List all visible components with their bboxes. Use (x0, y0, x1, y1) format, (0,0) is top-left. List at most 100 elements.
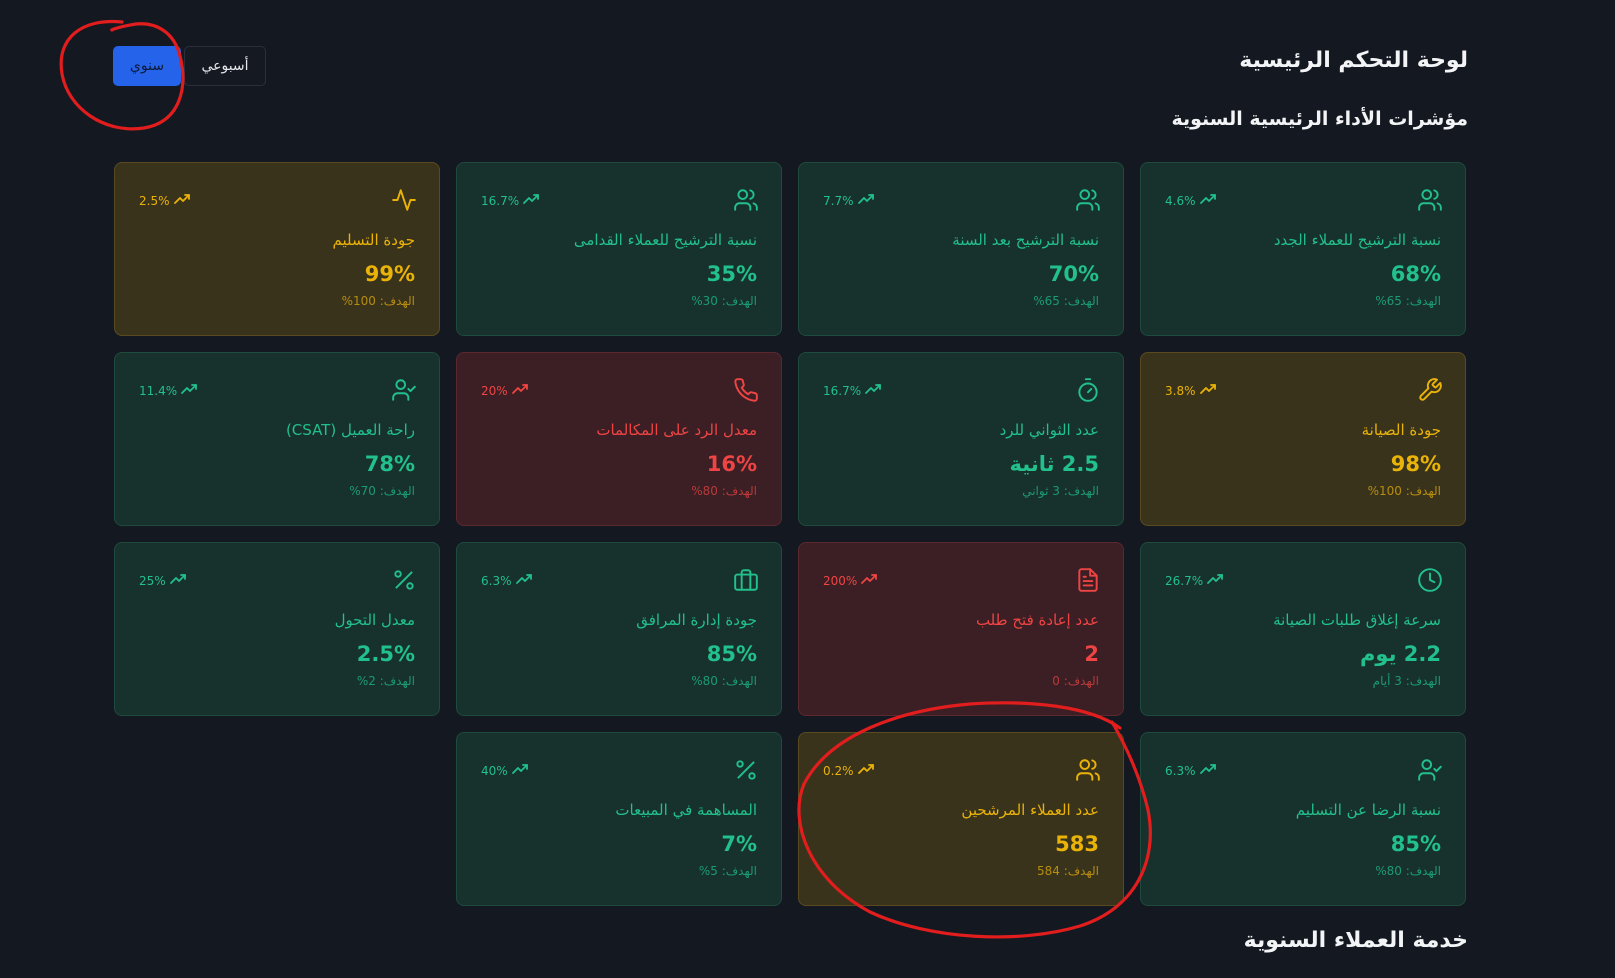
kpi-trend: 200% (823, 573, 878, 588)
users-icon (733, 187, 759, 213)
kpi-value: 583 (1055, 832, 1099, 856)
kpi-target: الهدف: 80% (691, 484, 757, 498)
kpi-target: الهدف: 70% (349, 484, 415, 498)
page-title: لوحة التحكم الرئيسية (1239, 48, 1468, 73)
kpi-card[interactable]: 3.8% جودة الصيانة 98% الهدف: 100% (1140, 352, 1466, 526)
section-title-annual-kpis: مؤشرات الأداء الرئيسية السنوية (1171, 108, 1468, 130)
trending-up-icon (857, 763, 874, 778)
trending-up-icon (1199, 763, 1216, 778)
trending-up-icon (1207, 573, 1224, 588)
wrench-icon (1417, 377, 1443, 403)
kpi-card[interactable]: 40% المساهمة في المبيعات 7% الهدف: 5% (456, 732, 782, 906)
kpi-trend-value: 20% (481, 383, 508, 398)
percent-icon (391, 567, 417, 593)
kpi-label: نسبة الترشيح للعملاء الجدد (1273, 231, 1441, 249)
clock-icon (1417, 567, 1443, 593)
timer-icon (1075, 377, 1101, 403)
kpi-target: الهدف: 3 أيام (1372, 674, 1441, 688)
kpi-value: 16% (706, 452, 757, 476)
kpi-card[interactable]: 6.3% جودة إدارة المرافق 85% الهدف: 80% (456, 542, 782, 716)
trending-up-icon (515, 573, 532, 588)
users-icon (1075, 757, 1101, 783)
users-icon (1417, 187, 1443, 213)
kpi-target: الهدف: 2% (356, 674, 415, 688)
kpi-label: عدد إعادة فتح طلب (975, 611, 1099, 629)
kpi-value: 98% (1390, 452, 1441, 476)
trending-up-icon (857, 193, 874, 208)
kpi-card[interactable]: 16.7% نسبة الترشيح للعملاء القدامى 35% الهد… (456, 162, 782, 336)
kpi-trend: 3.8% (1165, 383, 1216, 398)
kpi-card[interactable]: 200% عدد إعادة فتح طلب 2 الهدف: 0 (798, 542, 1124, 716)
kpi-target: الهدف: 3 ثواني (1022, 484, 1099, 498)
kpi-grid: 4.6% نسبة الترشيح للعملاء الجدد 68% الهدف: … (114, 162, 1466, 906)
user-check-icon (391, 377, 417, 403)
trending-up-icon (169, 573, 186, 588)
kpi-value: 70% (1048, 262, 1099, 286)
kpi-trend-value: 16.7% (481, 193, 520, 208)
trending-up-icon (865, 383, 882, 398)
section-title-customer-service: خدمة العملاء السنوية (1243, 928, 1468, 953)
trending-up-icon (511, 763, 528, 778)
kpi-value: 85% (1390, 832, 1441, 856)
kpi-label: معدل التحول (334, 611, 415, 629)
kpi-target: الهدف: 30% (691, 294, 757, 308)
kpi-trend: 26.7% (1165, 573, 1224, 588)
trending-up-icon (511, 383, 528, 398)
kpi-value: 99% (364, 262, 415, 286)
kpi-label: راحة العميل (CSAT) (285, 421, 415, 439)
kpi-target: الهدف: 584 (1036, 864, 1099, 878)
annual-button[interactable]: سنوي (113, 46, 181, 86)
kpi-trend-value: 6.3% (481, 573, 512, 588)
kpi-target: الهدف: 0 (1052, 674, 1099, 688)
kpi-trend: 0.2% (823, 763, 874, 778)
period-toggle: سنوي أسبوعي (113, 46, 266, 86)
kpi-trend: 6.3% (481, 573, 532, 588)
kpi-value: 2 (1084, 642, 1099, 666)
kpi-target: الهدف: 100% (1367, 484, 1441, 498)
kpi-value: 2.5% (356, 642, 415, 666)
kpi-label: جودة الصيانة (1361, 421, 1441, 439)
kpi-label: نسبة الرضا عن التسليم (1295, 801, 1441, 819)
kpi-trend: 40% (481, 763, 528, 778)
trending-up-icon (523, 193, 540, 208)
kpi-value: 35% (706, 262, 757, 286)
kpi-value: 78% (364, 452, 415, 476)
kpi-trend-value: 16.7% (823, 383, 862, 398)
kpi-card[interactable]: 26.7% سرعة إغلاق طلبات الصيانة 2.2 يوم الهد… (1140, 542, 1466, 716)
kpi-trend: 7.7% (823, 193, 874, 208)
kpi-trend: 16.7% (823, 383, 882, 398)
kpi-trend-value: 25% (139, 573, 166, 588)
kpi-trend-value: 26.7% (1165, 573, 1204, 588)
kpi-label: سرعة إغلاق طلبات الصيانة (1273, 611, 1441, 629)
kpi-value: 2.5 ثانية (1009, 452, 1099, 476)
kpi-label: جودة التسليم (332, 231, 415, 249)
kpi-trend: 20% (481, 383, 528, 398)
activity-icon (391, 187, 417, 213)
kpi-card[interactable]: 25% معدل التحول 2.5% الهدف: 2% (114, 542, 440, 716)
kpi-target: الهدف: 80% (1375, 864, 1441, 878)
kpi-trend-value: 11.4% (139, 383, 178, 398)
kpi-target: الهدف: 5% (698, 864, 757, 878)
kpi-trend-value: 3.8% (1165, 383, 1196, 398)
file-text-icon (1075, 567, 1101, 593)
kpi-card[interactable]: 0.2% عدد العملاء المرشحين 583 الهدف: 584 (798, 732, 1124, 906)
kpi-label: عدد العملاء المرشحين (961, 801, 1099, 819)
kpi-label: المساهمة في المبيعات (615, 801, 757, 819)
phone-icon (733, 377, 759, 403)
kpi-trend-value: 40% (481, 763, 508, 778)
kpi-label: معدل الرد على المكالمات (596, 421, 757, 439)
kpi-trend-value: 0.2% (823, 763, 854, 778)
kpi-trend: 25% (139, 573, 186, 588)
kpi-card[interactable]: 16.7% عدد الثواني للرد 2.5 ثانية الهدف: 3 ث… (798, 352, 1124, 526)
trending-up-icon (173, 193, 190, 208)
briefcase-icon (733, 567, 759, 593)
kpi-card[interactable]: 7.7% نسبة الترشيح بعد السنة 70% الهدف: 65% (798, 162, 1124, 336)
kpi-card[interactable]: 11.4% راحة العميل (CSAT) 78% الهدف: 70% (114, 352, 440, 526)
kpi-card[interactable]: 4.6% نسبة الترشيح للعملاء الجدد 68% الهدف: … (1140, 162, 1466, 336)
kpi-trend: 11.4% (139, 383, 198, 398)
weekly-button[interactable]: أسبوعي (184, 46, 266, 86)
kpi-card[interactable]: 20% معدل الرد على المكالمات 16% الهدف: 80% (456, 352, 782, 526)
trending-up-icon (1199, 383, 1216, 398)
kpi-card[interactable]: 6.3% نسبة الرضا عن التسليم 85% الهدف: 80% (1140, 732, 1466, 906)
kpi-card[interactable]: 2.5% جودة التسليم 99% الهدف: 100% (114, 162, 440, 336)
